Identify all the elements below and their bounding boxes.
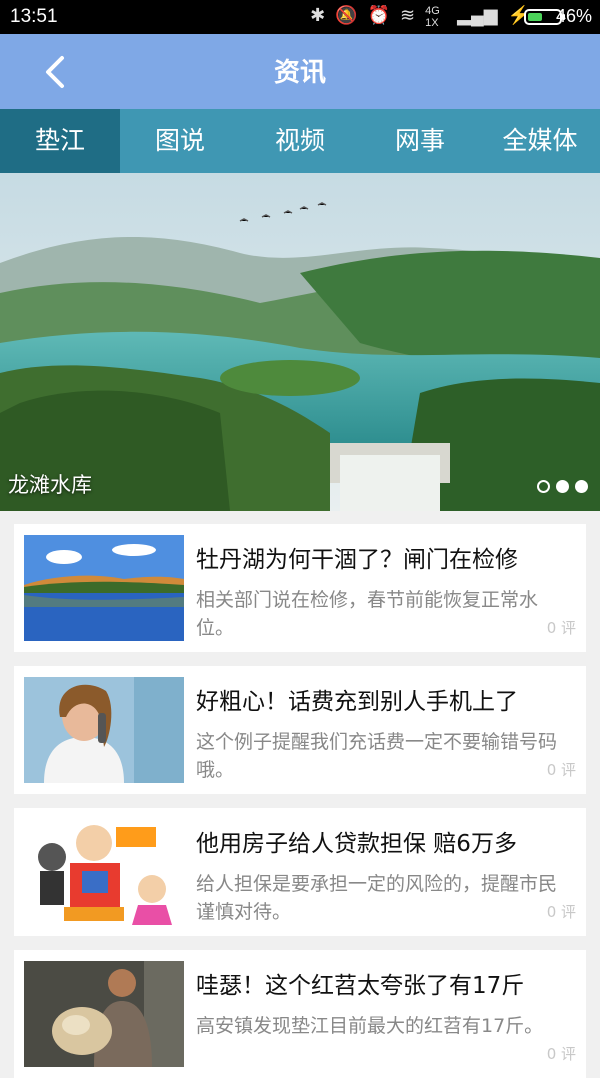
banner-image [0, 173, 600, 511]
banner-caption: 龙滩水库 [8, 473, 92, 497]
category-tabs: 垫江 图说 视频 网事 全媒体 [0, 109, 600, 173]
news-summary: 高安镇发现垫江目前最大的红苕有17斤。 [196, 1015, 544, 1037]
news-thumbnail-sweet-potato [24, 961, 184, 1067]
comment-count: 0 评 [546, 761, 576, 779]
mute-icon: 🔕 [335, 5, 358, 25]
tab-wangshi[interactable]: 网事 [360, 109, 480, 173]
status-icons: ✱ 🔕 ⏰ ≋ 4G 1X ▂▄▆ ⚡ [310, 5, 530, 29]
carousel-dot[interactable] [575, 480, 588, 493]
news-headline: 好粗心！话费充到别人手机上了 [196, 689, 518, 715]
app-bar: 资讯 [0, 34, 600, 109]
battery-fill [528, 13, 542, 21]
news-headline: 哇瑟！这个红苕太夸张了有17斤 [196, 973, 525, 999]
wifi-icon: ≋ [400, 5, 416, 25]
tab-video[interactable]: 视频 [240, 109, 360, 173]
news-summary: 相关部门说在检修，春节前能恢复正常水位。 [196, 589, 539, 639]
news-headline: 他用房子给人贷款担保 赔6万多 [196, 831, 517, 857]
news-thumbnail-phone [24, 677, 184, 783]
tab-quanmeiti[interactable]: 全媒体 [480, 109, 600, 173]
battery-percent: 46% [555, 6, 592, 26]
carousel-indicator [537, 480, 588, 493]
news-thumbnail-lake [24, 535, 184, 641]
tab-dianjiang[interactable]: 垫江 [0, 109, 120, 173]
bluetooth-icon: ✱ [310, 5, 326, 25]
alarm-icon: ⏰ [367, 5, 391, 25]
banner-carousel[interactable]: 龙滩水库 [0, 173, 600, 511]
news-headline: 牡丹湖为何干涸了？闸门在检修 [196, 547, 518, 573]
news-summary: 这个例子提醒我们充话费一定不要输错号码哦。 [196, 731, 558, 781]
news-item[interactable]: 牡丹湖为何干涸了？闸门在检修 相关部门说在检修，春节前能恢复正常水位。 0 评 [14, 524, 586, 652]
carousel-dot[interactable] [537, 480, 550, 493]
news-item[interactable]: 哇瑟！这个红苕太夸张了有17斤 高安镇发现垫江目前最大的红苕有17斤。 0 评 [14, 950, 586, 1078]
news-item[interactable]: 他用房子给人贷款担保 赔6万多 给人担保是要承担一定的风险的，提醒市民谨慎对待。… [14, 808, 586, 936]
news-thumbnail-cartoon [24, 819, 184, 925]
comment-count: 0 评 [546, 1045, 576, 1063]
network-label: 4G 1X [425, 5, 440, 29]
news-item[interactable]: 好粗心！话费充到别人手机上了 这个例子提醒我们充话费一定不要输错号码哦。 0 评 [14, 666, 586, 794]
news-summary: 给人担保是要承担一定的风险的，提醒市民谨慎对待。 [196, 873, 558, 923]
status-time: 13:51 [10, 6, 58, 27]
comment-count: 0 评 [546, 619, 576, 637]
page-title: 资讯 [273, 58, 326, 88]
carousel-dot[interactable] [556, 480, 569, 493]
tab-tushuo[interactable]: 图说 [120, 109, 240, 173]
comment-count: 0 评 [546, 903, 576, 921]
signal-icon: ▂▄▆ [457, 5, 498, 25]
status-bar: 13:51 ✱ 🔕 ⏰ ≋ 4G 1X ▂▄▆ ⚡ 46% [0, 0, 600, 34]
